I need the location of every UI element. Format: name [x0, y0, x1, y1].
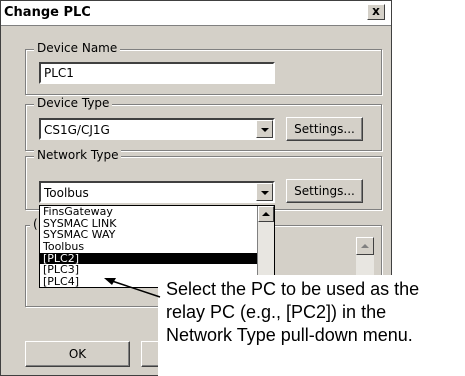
device-type-select[interactable]: CS1G/CJ1G — [39, 118, 275, 140]
dropdown-item-toolbus[interactable]: Toolbus — [40, 241, 274, 253]
device-name-input[interactable]: PLC1 — [39, 62, 275, 84]
chevron-down-icon — [261, 191, 269, 195]
device-type-value: CS1G/CJ1G — [44, 123, 110, 137]
network-type-value: Toolbus — [44, 186, 89, 200]
title-bar: Change PLC x — [1, 1, 391, 26]
callout-text: Select the PC to be used as the relay PC… — [166, 278, 419, 347]
callout-line-2: relay PC (e.g., [PC2]) in the — [166, 302, 387, 322]
device-type-settings-button[interactable]: Settings... — [286, 117, 363, 141]
chevron-up-icon — [262, 212, 270, 216]
dropdown-item-finsgateway[interactable]: FinsGateway — [40, 206, 274, 218]
chevron-down-icon — [261, 128, 269, 132]
network-type-legend: Network Type — [34, 148, 122, 162]
dialog-title: Change PLC — [4, 5, 91, 20]
network-type-select[interactable]: Toolbus — [39, 181, 275, 203]
ok-button[interactable]: OK — [25, 341, 130, 367]
device-type-dropdown-button[interactable] — [256, 120, 273, 138]
callout-box: Select the PC to be used as the relay PC… — [158, 275, 465, 376]
dropdown-scroll-up-button[interactable] — [258, 206, 274, 222]
device-type-legend: Device Type — [34, 96, 113, 110]
close-button[interactable]: x — [367, 4, 385, 20]
network-type-settings-button[interactable]: Settings... — [286, 179, 363, 203]
scroll-up-button[interactable] — [356, 237, 374, 255]
callout-line-3: Network Type pull-down menu. — [166, 325, 413, 345]
chevron-up-icon — [361, 244, 369, 248]
callout-line-1: Select the PC to be used as the — [166, 279, 420, 299]
device-name-legend: Device Name — [34, 41, 121, 55]
network-type-dropdown-button[interactable] — [256, 183, 273, 201]
